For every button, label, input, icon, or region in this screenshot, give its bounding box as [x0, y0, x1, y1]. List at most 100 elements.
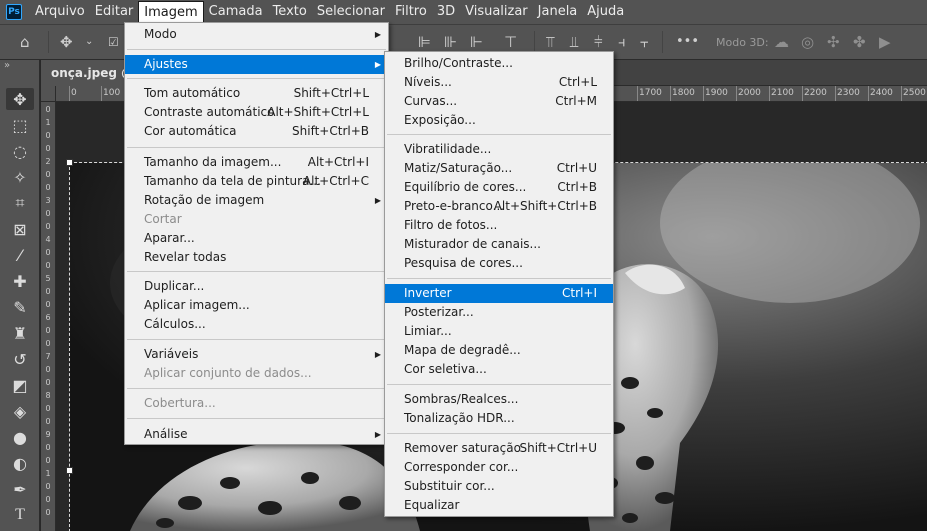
menu-item-tom-automatico[interactable]: Tom automático Shift+Ctrl+L	[125, 84, 388, 103]
menu-filtro[interactable]: Filtro	[390, 0, 432, 24]
transform-handle[interactable]	[66, 159, 73, 166]
ruler-tick-label: 5	[45, 274, 51, 283]
3d-roll-icon[interactable]: ◎	[801, 33, 814, 51]
menu-separator	[127, 271, 386, 272]
menu-item-revelar-todas[interactable]: Revelar todas	[125, 248, 388, 267]
menu-item-matiz-saturacao[interactable]: Matiz/Saturação... Ctrl+U	[385, 159, 613, 178]
menu-item-misturador-de-canais[interactable]: Misturador de canais...	[385, 235, 613, 254]
menu-item-label: Ajustes	[144, 57, 188, 71]
eyedropper-tool-icon[interactable]: ⁄	[6, 244, 34, 266]
menu-item-remover-saturacao[interactable]: Remover saturação Shift+Ctrl+U	[385, 439, 613, 458]
menu-item-cor-seletiva[interactable]: Cor seletiva...	[385, 360, 613, 379]
menu-item-equilibrio-de-cores[interactable]: Equilíbrio de cores... Ctrl+B	[385, 178, 613, 197]
submenu-arrow-icon: ▶	[374, 350, 381, 359]
move-tool-icon[interactable]: ✥	[6, 88, 34, 110]
menu-item-equalizar[interactable]: Equalizar	[385, 496, 613, 515]
align-center-icon[interactable]: ⊪	[444, 33, 457, 51]
menu-arquivo[interactable]: Arquivo	[30, 0, 90, 24]
eraser-tool-icon[interactable]: ◩	[6, 374, 34, 396]
menu-item-filtro-de-fotos[interactable]: Filtro de fotos...	[385, 216, 613, 235]
menu-item-vibratilidade[interactable]: Vibratilidade...	[385, 140, 613, 159]
type-tool-icon[interactable]: T	[6, 504, 34, 526]
more-options-icon[interactable]: •••	[676, 33, 699, 51]
menu-item-tamanho-da-tela-de-pintura[interactable]: Tamanho da tela de pintura... Alt+Ctrl+C	[125, 172, 388, 191]
marquee-tool-icon[interactable]: ⬚	[6, 114, 34, 136]
menu-item-curvas[interactable]: Curvas... Ctrl+M	[385, 92, 613, 111]
menu-item-preto-e-branco[interactable]: Preto-e-branco... Alt+Shift+Ctrl+B	[385, 197, 613, 216]
history-brush-tool-icon[interactable]: ↺	[6, 348, 34, 370]
menu-item-mapa-de-degrade[interactable]: Mapa de degradê...	[385, 341, 613, 360]
menu-item-inverter[interactable]: Inverter Ctrl+I	[385, 284, 613, 303]
menu-texto[interactable]: Texto	[268, 0, 312, 24]
transform-handle[interactable]	[66, 467, 73, 474]
menu-item-variaveis[interactable]: Variáveis ▶	[125, 345, 388, 364]
move-tool-icon[interactable]: ✥	[60, 33, 73, 51]
menu-separator	[127, 147, 386, 148]
3d-scale-icon[interactable]: ▶	[879, 33, 891, 51]
ruler-tick-label: 0	[45, 508, 51, 517]
menu-item-corresponder-cor[interactable]: Corresponder cor...	[385, 458, 613, 477]
healing-brush-tool-icon[interactable]: ✚	[6, 270, 34, 292]
menu-item-pesquisa-de-cores[interactable]: Pesquisa de cores...	[385, 254, 613, 273]
crop-tool-icon[interactable]: ⌗	[6, 192, 34, 214]
blur-tool-icon[interactable]: ●	[6, 426, 34, 448]
distribute-right-icon[interactable]: ⫟	[640, 33, 649, 51]
menu-item-substituir-cor[interactable]: Substituir cor...	[385, 477, 613, 496]
distribute-left-icon[interactable]: ⫞	[618, 33, 626, 51]
distribute-top-icon[interactable]: ⫪	[546, 33, 554, 51]
distribute-middle-icon[interactable]: ⫫	[570, 33, 578, 51]
dodge-tool-icon[interactable]: ◐	[6, 452, 34, 474]
align-top-icon[interactable]: ⊤	[504, 33, 517, 51]
menu-item-calculos[interactable]: Cálculos...	[125, 315, 388, 334]
menu-janela[interactable]: Janela	[533, 0, 583, 24]
menu-item-rotacao-de-imagem[interactable]: Rotação de imagem ▶	[125, 191, 388, 210]
ruler-tick-line	[101, 86, 102, 101]
brush-tool-icon[interactable]: ✎	[6, 296, 34, 318]
chevron-down-icon[interactable]: ⌄	[85, 33, 93, 51]
menu-ajuda[interactable]: Ajuda	[582, 0, 629, 24]
menu-editar[interactable]: Editar	[90, 0, 139, 24]
menu-item-niveis[interactable]: Níveis... Ctrl+L	[385, 73, 613, 92]
align-right-icon[interactable]: ⊩	[470, 33, 483, 51]
menu-item-duplicar[interactable]: Duplicar...	[125, 277, 388, 296]
pen-tool-icon[interactable]: ✒	[6, 478, 34, 500]
3d-slide-icon[interactable]: ✤	[853, 33, 866, 51]
menu-item-ajustes[interactable]: Ajustes ▶	[125, 55, 388, 74]
menu-item-contraste-automatico[interactable]: Contraste automático Alt+Shift+Ctrl+L	[125, 103, 388, 122]
collapse-panel-icon[interactable]: »	[4, 60, 10, 71]
menu-item-limiar[interactable]: Limiar...	[385, 322, 613, 341]
menu-selecionar[interactable]: Selecionar	[312, 0, 390, 24]
menu-item-cor-automatica[interactable]: Cor automática Shift+Ctrl+B	[125, 122, 388, 141]
menu-3d[interactable]: 3D	[432, 0, 460, 24]
ruler-tick-label: 0	[45, 417, 51, 426]
menu-item-modo[interactable]: Modo ▶	[125, 25, 388, 44]
menu-imagem[interactable]: Imagem	[138, 1, 204, 24]
ruler-tick-label: 1900	[705, 88, 728, 98]
frame-tool-icon[interactable]: ⊠	[6, 218, 34, 240]
menu-item-posterizar[interactable]: Posterizar...	[385, 303, 613, 322]
menu-item-tonalizacao-hdr[interactable]: Tonalização HDR...	[385, 409, 613, 428]
menu-item-label: Cobertura...	[144, 396, 216, 410]
lasso-tool-icon[interactable]: ◌	[6, 140, 34, 162]
menu-visualizar[interactable]: Visualizar	[460, 0, 533, 24]
menu-item-analise[interactable]: Análise ▶	[125, 425, 388, 444]
menu-item-label: Filtro de fotos...	[404, 218, 498, 232]
ruler-tick-line	[868, 86, 869, 101]
menu-camada[interactable]: Camada	[204, 0, 268, 24]
3d-drag-icon[interactable]: ✣	[827, 33, 840, 51]
menu-item-aparar[interactable]: Aparar...	[125, 229, 388, 248]
menu-item-tamanho-da-imagem[interactable]: Tamanho da imagem... Alt+Ctrl+I	[125, 153, 388, 172]
clone-stamp-tool-icon[interactable]: ♜	[6, 322, 34, 344]
menu-item-aplicar-imagem[interactable]: Aplicar imagem...	[125, 296, 388, 315]
auto-select-checkbox[interactable]: ☑	[108, 33, 119, 51]
magic-wand-tool-icon[interactable]: ✧	[6, 166, 34, 188]
paint-bucket-tool-icon[interactable]: ◈	[6, 400, 34, 422]
3d-orbit-icon[interactable]: ☁	[774, 33, 789, 51]
menu-item-exposicao[interactable]: Exposição...	[385, 111, 613, 130]
photoshop-logo-icon: Ps	[6, 4, 22, 20]
distribute-bottom-icon[interactable]: ⫩	[594, 33, 603, 51]
menu-item-sombras-realces[interactable]: Sombras/Realces...	[385, 390, 613, 409]
align-left-icon[interactable]: ⊫	[418, 33, 431, 51]
home-icon[interactable]: ⌂	[20, 33, 30, 51]
menu-item-brilho-contraste[interactable]: Brilho/Contraste...	[385, 54, 613, 73]
